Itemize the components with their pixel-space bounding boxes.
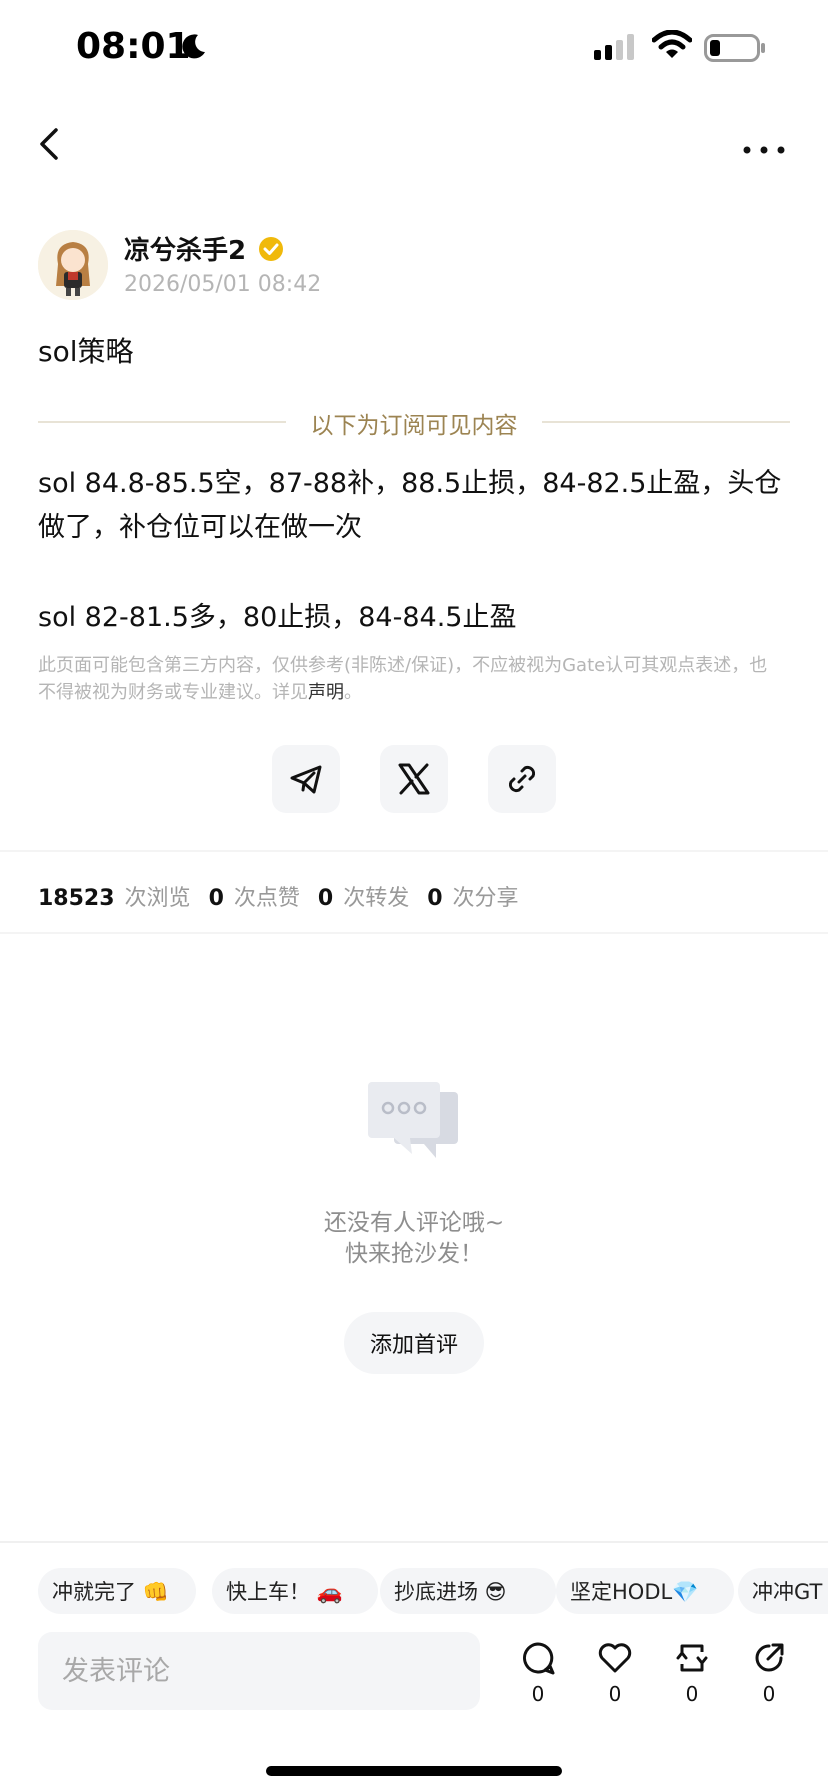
wifi-icon [651, 29, 693, 64]
bottom-bar-divider [0, 1541, 828, 1543]
battery-icon [704, 34, 766, 66]
quick-reply-chip[interactable]: 快上车！ 🚗 [212, 1568, 378, 1614]
likes-count: 0 [208, 886, 224, 911]
disclaimer-text: 此页面可能包含第三方内容，仅供参考(非陈述/保证)，不应被视为Gate认可其观点… [38, 655, 768, 703]
verified-badge-icon [258, 236, 284, 266]
quick-reply-chip[interactable]: 坚定HODL💎 [556, 1568, 734, 1614]
add-first-comment-button[interactable]: 添加首评 [344, 1312, 484, 1374]
post-stats: 18523 次浏览 0 次点赞 0 次转发 0 次分享 [38, 880, 537, 912]
disclaimer-link[interactable]: 声明 [308, 682, 344, 703]
empty-comments-subtext: 快来抢沙发！ [345, 1241, 483, 1267]
subscriber-content-divider: 以下为订阅可见内容 [310, 413, 518, 439]
empty-comments-icon [364, 1078, 464, 1178]
link-icon [508, 765, 536, 793]
reposts-count: 0 [317, 886, 334, 911]
copy-link-button[interactable] [488, 745, 556, 813]
post-title: sol策略 [38, 335, 134, 368]
quick-reply-chip[interactable]: 冲就完了 👊 [38, 1568, 196, 1614]
comment-input-box[interactable] [38, 1632, 486, 1710]
comment-button[interactable]: 0 [508, 1640, 568, 1706]
repost-icon [676, 1644, 708, 1672]
cellular-signal-icon [594, 34, 638, 64]
likes-label: 次点赞 [233, 886, 300, 911]
share-telegram-button[interactable] [272, 745, 340, 813]
like-count: 0 [608, 1682, 622, 1706]
more-options-button[interactable] [742, 140, 786, 159]
empty-comments-text: 还没有人评论哦~ [323, 1210, 505, 1236]
author-name[interactable]: 凉兮杀手2 [124, 230, 246, 267]
section-divider [0, 932, 828, 934]
share-button[interactable]: 0 [739, 1640, 799, 1706]
views-count: 18523 [38, 886, 115, 911]
status-time: 08:01 [76, 26, 191, 67]
heart-icon [598, 1643, 632, 1673]
post-paragraph: sol 82-81.5多，80止损，84-84.5止盈 [38, 602, 517, 633]
share-x-button[interactable] [380, 745, 448, 813]
shares-count: 0 [427, 886, 443, 911]
avatar[interactable] [38, 230, 108, 300]
quick-reply-chip[interactable]: 抄底进场 😎 [380, 1568, 556, 1614]
comment-input[interactable] [38, 1632, 486, 1710]
views-label: 次浏览 [124, 886, 191, 911]
disclaimer: 此页面可能包含第三方内容，仅供参考(非陈述/保证)，不应被视为Gate认可其观点… [38, 652, 778, 706]
section-divider [0, 850, 828, 852]
shares-label: 次分享 [452, 886, 519, 911]
x-icon [398, 763, 430, 795]
repost-count: 0 [685, 1682, 699, 1706]
moon-icon [178, 32, 208, 66]
repost-button[interactable]: 0 [662, 1640, 722, 1706]
telegram-icon [290, 765, 322, 794]
quick-reply-chip[interactable]: 冲冲GT [738, 1568, 828, 1614]
share-icon [755, 1643, 784, 1672]
comment-count: 0 [531, 1682, 545, 1706]
disclaimer-end: 。 [344, 682, 362, 703]
comment-icon [523, 1642, 555, 1675]
post-timestamp: 2026/05/01 08:42 [124, 272, 322, 297]
share-count: 0 [762, 1682, 776, 1706]
home-indicator[interactable] [266, 1766, 562, 1776]
reposts-label: 次转发 [343, 886, 410, 911]
like-button[interactable]: 0 [585, 1640, 645, 1706]
back-button[interactable] [36, 126, 66, 166]
post-paragraph: sol 84.8-85.5空，87-88补，88.5止损，84-82.5止盈，头… [38, 468, 782, 543]
